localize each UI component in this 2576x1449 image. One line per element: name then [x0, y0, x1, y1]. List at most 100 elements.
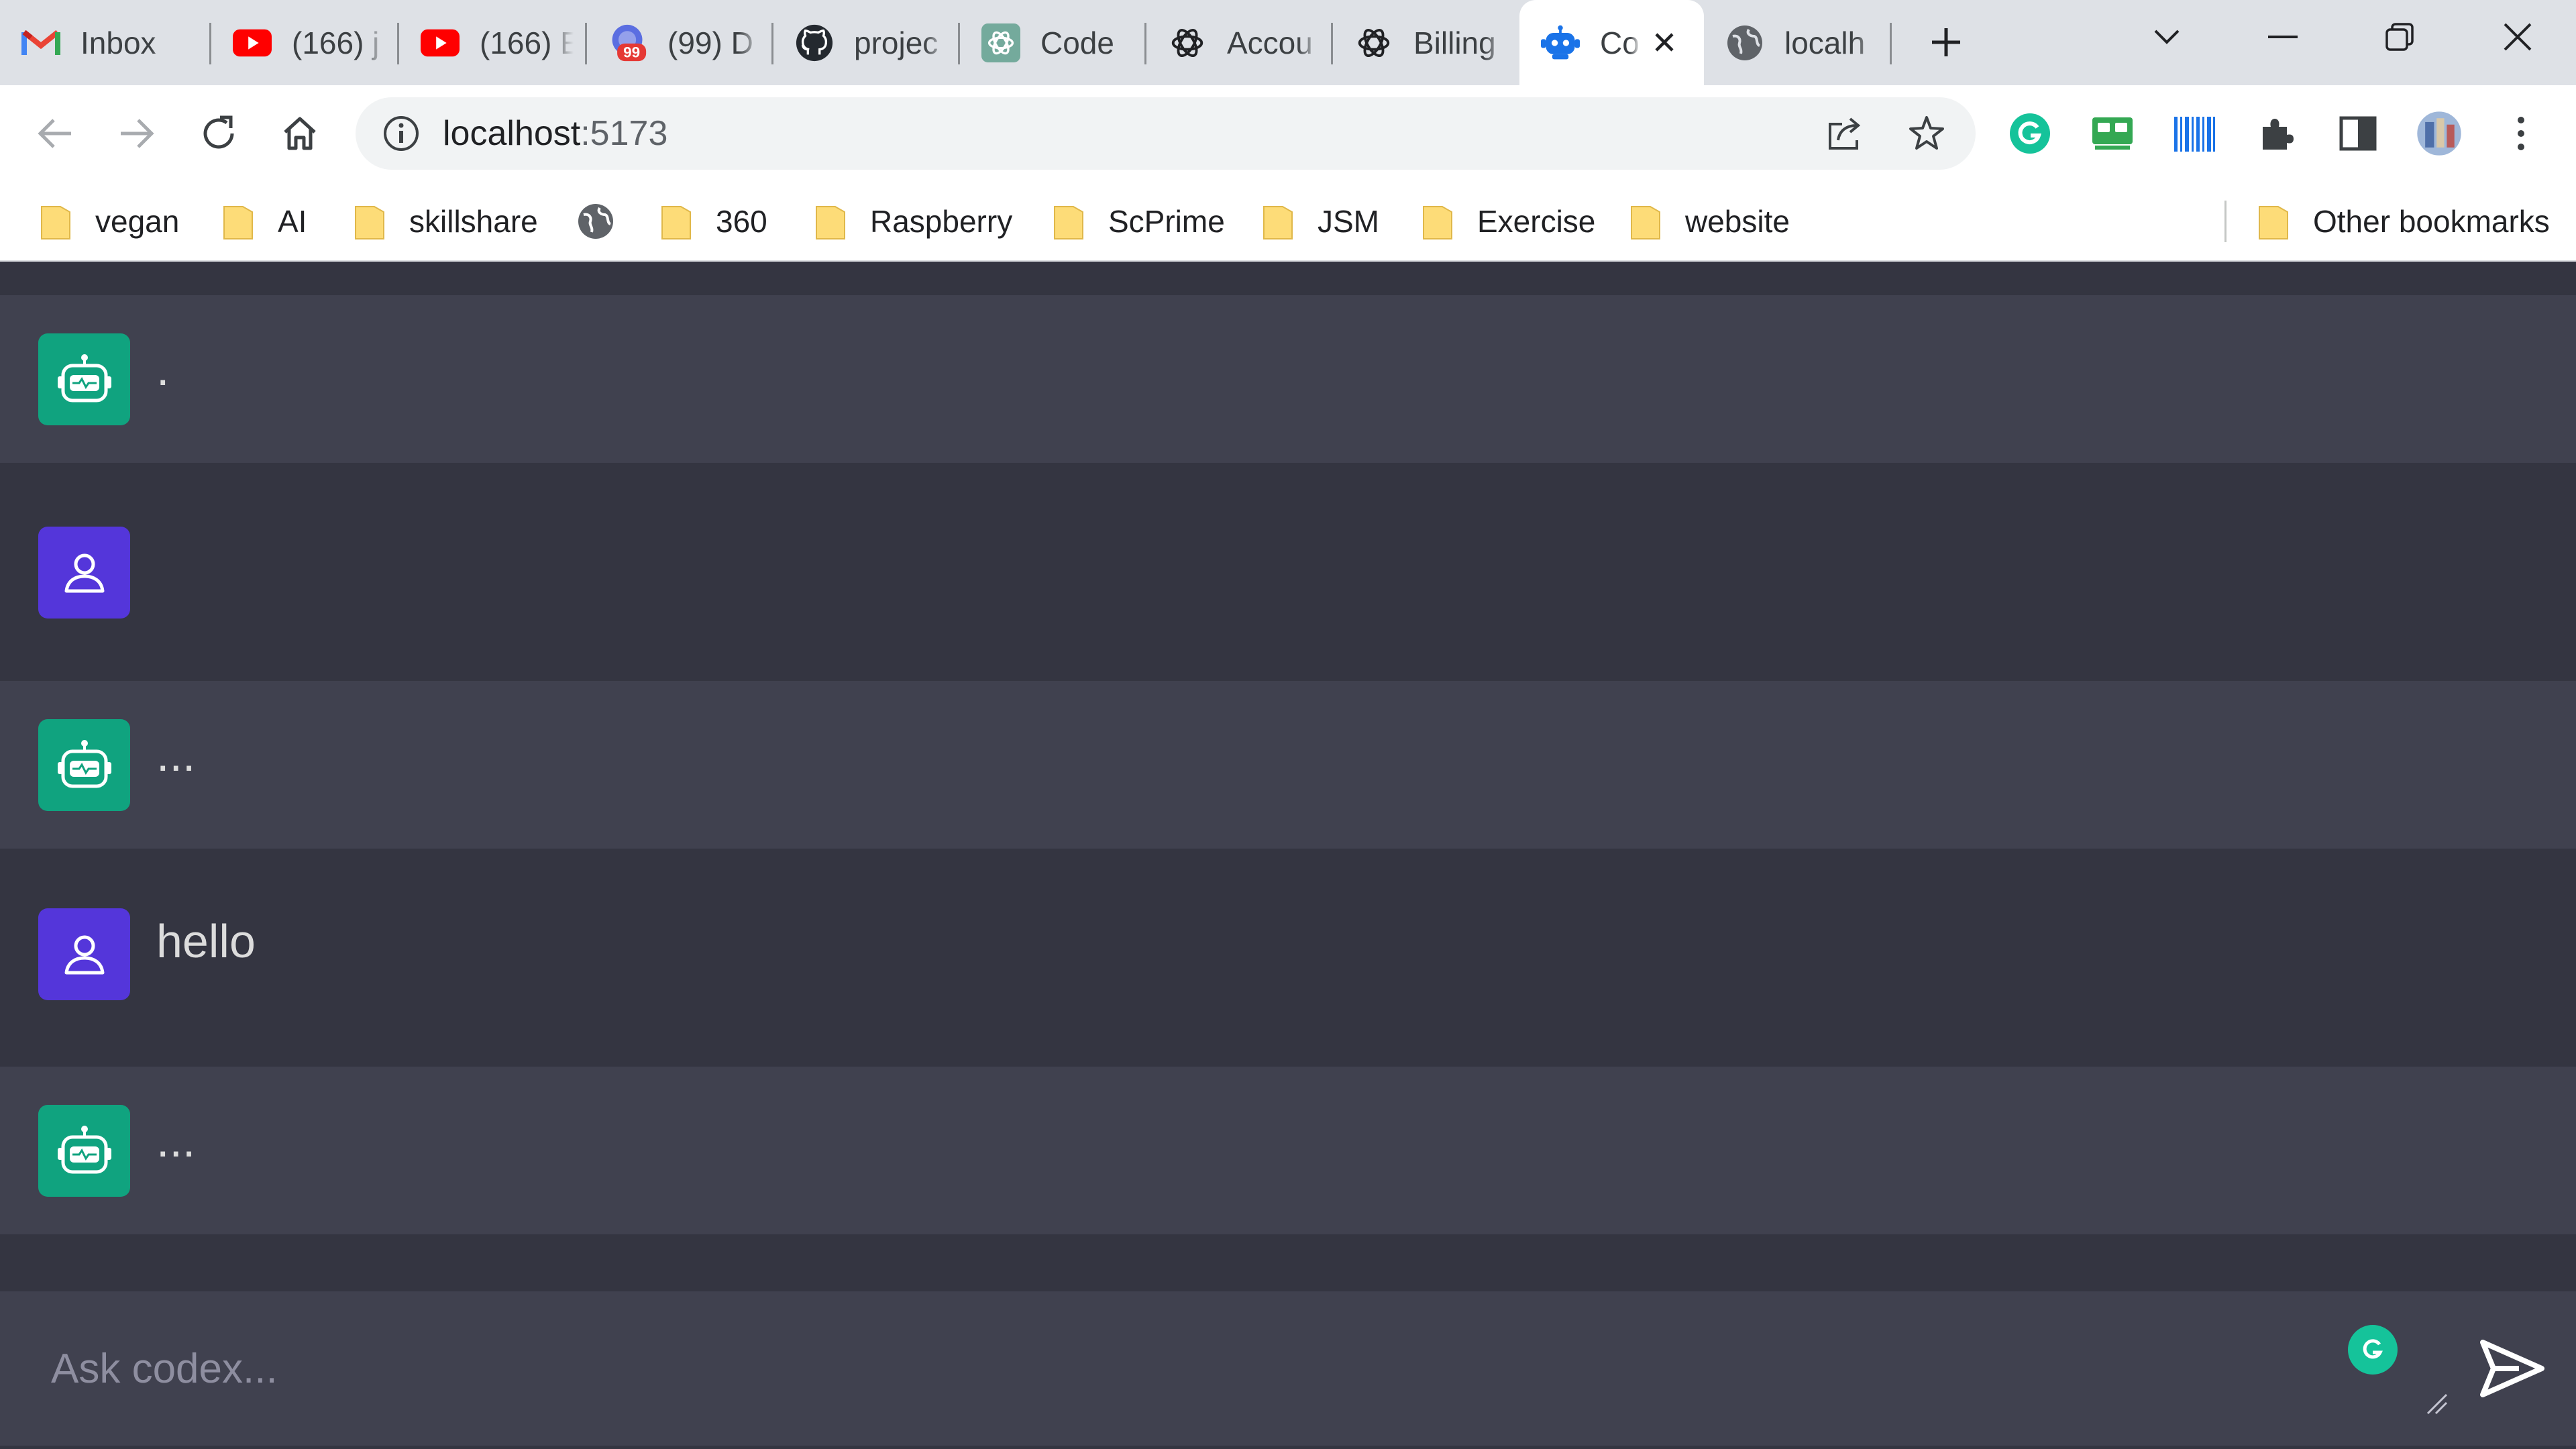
folder-icon — [223, 206, 253, 239]
bookmark-folder-website[interactable]: website — [1630, 198, 1790, 245]
star-icon — [1909, 116, 1944, 150]
restore-button[interactable] — [2369, 13, 2430, 60]
bookmark-star-button[interactable] — [1907, 113, 1947, 154]
robot-icon — [1541, 23, 1580, 62]
home-button[interactable] — [276, 109, 324, 158]
tab-title: localh — [1784, 25, 1866, 60]
tab-codex-active[interactable]: Co — [1519, 0, 1704, 85]
chat-message-user — [0, 463, 2576, 681]
share-icon — [1829, 117, 1861, 150]
tab-youtube-1[interactable]: (166) j — [211, 0, 399, 85]
grammarly-extension[interactable] — [2006, 109, 2054, 158]
grammarly-icon[interactable] — [2348, 1325, 2398, 1375]
url-text[interactable]: localhost:5173 — [443, 113, 667, 154]
bookmark-label: 360 — [716, 204, 767, 239]
chat-app: . ... hello ... — [0, 262, 2576, 1449]
tab-search-button[interactable] — [2137, 13, 2197, 60]
openai-icon — [1354, 23, 1393, 62]
tab-title: (166) j — [292, 25, 380, 60]
tab-youtube-2[interactable]: (166) E — [399, 0, 587, 85]
profile-avatar[interactable] — [2415, 109, 2463, 158]
bookmark-folder-raspberry[interactable]: Raspberry — [815, 198, 1012, 245]
chat-message-ai: ... — [0, 681, 2576, 849]
url-port: :5173 — [580, 114, 668, 153]
arrow-right-icon — [121, 119, 154, 148]
folder-icon — [661, 206, 691, 239]
robot-icon — [57, 1125, 111, 1173]
svg-text:99: 99 — [623, 44, 640, 60]
resize-handle-icon[interactable] — [2425, 1392, 2448, 1415]
openai-icon — [1168, 23, 1207, 62]
chat-message-ai: . — [0, 295, 2576, 463]
openai-icon — [981, 23, 1020, 62]
folder-icon — [41, 206, 70, 239]
bookmark-folder-ai[interactable]: AI — [223, 198, 307, 245]
extensions-button[interactable] — [2252, 109, 2300, 158]
chevron-down-icon — [2154, 30, 2180, 44]
robot-icon — [57, 354, 111, 402]
send-button[interactable] — [2475, 1332, 2549, 1405]
share-button[interactable] — [1825, 113, 1865, 154]
browser-toolbar: localhost:5173 — [0, 85, 2576, 182]
bookmark-folder-360[interactable]: 360 — [661, 198, 767, 245]
robot-icon — [57, 739, 111, 788]
tab-title: Code — [1040, 25, 1114, 60]
user-icon — [64, 935, 104, 974]
bookmark-folder-exercise[interactable]: Exercise — [1422, 198, 1595, 245]
address-bar[interactable]: localhost:5173 — [356, 97, 1976, 170]
bookmark-label: skillshare — [409, 204, 538, 239]
reload-icon — [203, 115, 234, 149]
close-icon[interactable] — [1649, 27, 1680, 58]
bookmark-label: Exercise — [1477, 204, 1596, 239]
monitor-icon — [2092, 117, 2133, 150]
barcode-icon — [2174, 117, 2215, 152]
folder-icon — [355, 206, 384, 239]
avatar-icon — [2415, 109, 2463, 158]
tab-strip: Inbox (166) j (166) E 99 (99) D projec C… — [0, 0, 2576, 85]
tab-localhost[interactable]: localh — [1704, 0, 1892, 85]
bookmark-label: Other bookmarks — [2313, 204, 2550, 239]
back-button[interactable] — [31, 109, 79, 158]
bookmark-folder-jsm[interactable]: JSM — [1263, 198, 1379, 245]
side-panel-button[interactable] — [2334, 109, 2382, 158]
tab-openai-account[interactable]: Accou — [1146, 0, 1333, 85]
close-window-button[interactable] — [2487, 13, 2548, 60]
new-tab-button[interactable] — [1924, 20, 1968, 64]
tab-notifications[interactable]: 99 (99) D — [587, 0, 773, 85]
folder-icon — [1054, 206, 1083, 239]
message-text: ... — [156, 729, 196, 781]
other-bookmarks[interactable]: Other bookmarks — [2258, 198, 2550, 245]
tab-inbox[interactable]: Inbox — [0, 0, 211, 85]
youtube-icon — [421, 23, 460, 62]
reload-button[interactable] — [195, 109, 243, 158]
tab-title: (166) E — [480, 25, 574, 60]
bookmark-label: website — [1685, 204, 1790, 239]
bookmark-folder-scprime[interactable]: ScPrime — [1053, 198, 1225, 245]
tab-title: Accou — [1227, 25, 1313, 60]
bookmark-label: ScPrime — [1108, 204, 1225, 239]
tab-openai-billing[interactable]: Billing — [1333, 0, 1519, 85]
info-icon[interactable] — [382, 115, 420, 152]
screen-extension[interactable] — [2088, 109, 2137, 158]
bookmarks-bar: vegan AI skillshare 360 Raspberry ScPrim… — [0, 182, 2576, 262]
message-text: ... — [156, 1114, 196, 1167]
folder-icon — [1423, 206, 1452, 239]
bookmark-folder-vegan[interactable]: vegan — [40, 198, 179, 245]
minimize-button[interactable] — [2253, 13, 2313, 60]
chat-message-user: hello — [0, 849, 2576, 1067]
forward-button[interactable] — [113, 109, 161, 158]
message-text: hello — [156, 915, 256, 967]
restore-icon — [2385, 23, 2414, 51]
bookmark-folder-skillshare[interactable]: skillshare — [354, 198, 538, 245]
tab-github[interactable]: projec — [773, 0, 960, 85]
user-icon — [64, 553, 104, 592]
chat-message-ai: ... — [0, 1067, 2576, 1234]
bookmark-label: vegan — [95, 204, 180, 239]
tab-openai-code[interactable]: Code — [960, 0, 1146, 85]
bookmark-globe[interactable] — [577, 198, 614, 245]
barcode-extension[interactable] — [2170, 109, 2218, 158]
tab-title: (99) D — [667, 25, 753, 60]
menu-button[interactable] — [2497, 109, 2545, 158]
folder-icon — [816, 206, 845, 239]
prompt-input[interactable] — [0, 1291, 2415, 1446]
